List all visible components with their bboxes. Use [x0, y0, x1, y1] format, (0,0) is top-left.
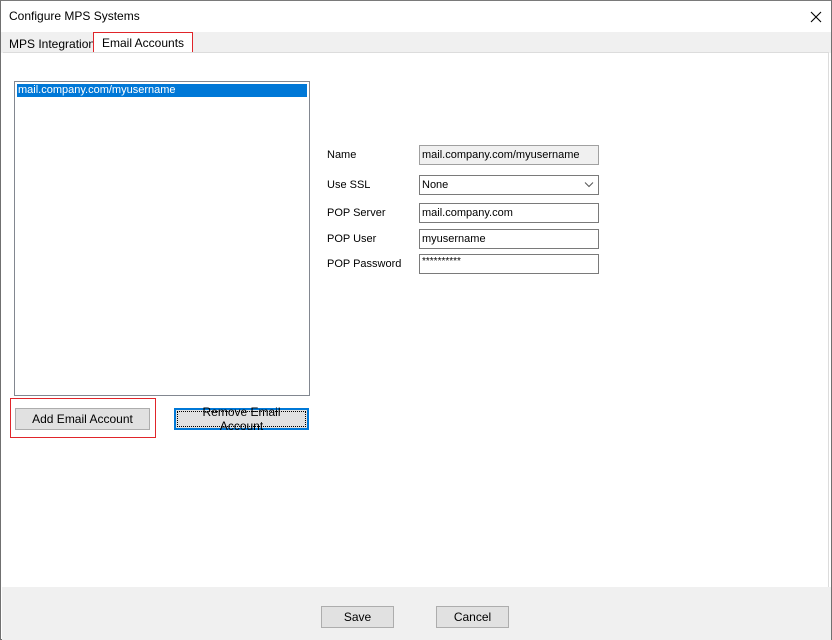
pop-server-label: POP Server [327, 207, 386, 219]
close-button[interactable] [801, 1, 831, 32]
remove-email-account-button[interactable]: Remove Email Account [174, 405, 309, 433]
email-accounts-list[interactable]: mail.company.com/myusername [14, 81, 310, 396]
pop-password-label: POP Password [327, 258, 402, 270]
save-button[interactable]: Save [321, 606, 394, 628]
tab-email-accounts[interactable]: Email Accounts [93, 32, 194, 54]
use-ssl-value: None [422, 179, 449, 191]
chevron-down-icon [584, 182, 594, 188]
pop-user-label: POP User [327, 233, 377, 245]
configure-dialog: Configure MPS Systems MPS Integrations E… [0, 0, 832, 640]
dialog-footer [2, 587, 831, 640]
list-item[interactable]: mail.company.com/myusername [17, 84, 307, 97]
cancel-button[interactable]: Cancel [436, 606, 509, 628]
window-title: Configure MPS Systems [9, 9, 140, 23]
add-email-account-button[interactable]: Add Email Account [15, 408, 150, 430]
name-label: Name [327, 149, 357, 161]
pop-user-input[interactable]: myusername [419, 229, 599, 249]
use-ssl-label: Use SSL [327, 179, 371, 191]
pop-password-input[interactable]: ********** [419, 254, 599, 274]
close-icon [810, 11, 822, 22]
use-ssl-select[interactable]: None [419, 175, 599, 195]
name-field[interactable]: mail.company.com/myusername [419, 145, 599, 165]
pop-server-input[interactable]: mail.company.com [419, 203, 599, 223]
tab-strip: MPS Integrations Email Accounts [1, 32, 831, 54]
title-bar: Configure MPS Systems [1, 1, 831, 32]
